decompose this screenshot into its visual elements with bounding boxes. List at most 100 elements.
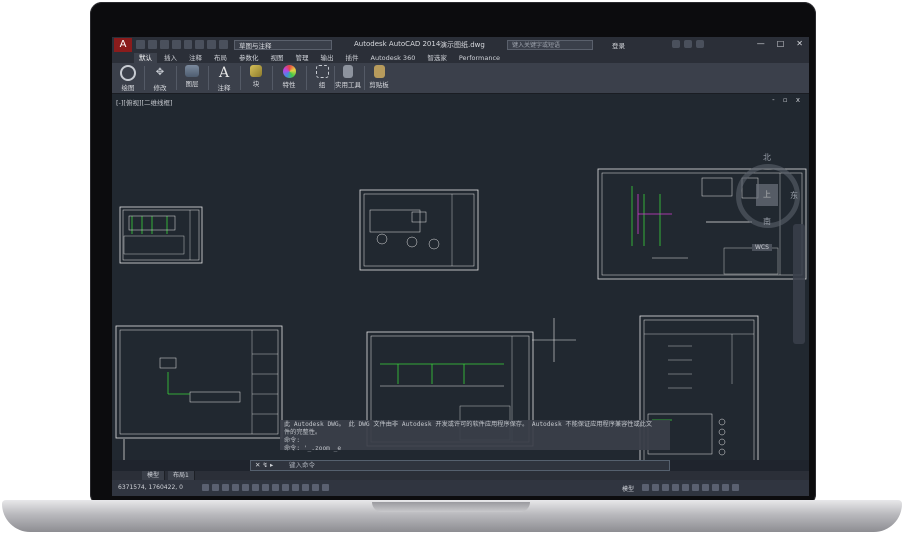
- title-bar: A 草图与注释 Autodesk AutoCAD 2014 演示图纸.dwg 键…: [112, 37, 809, 53]
- polar-icon[interactable]: [232, 484, 239, 491]
- drawing-sheets: [115, 168, 807, 460]
- navigation-bar[interactable]: [793, 224, 805, 344]
- lock-icon[interactable]: [702, 484, 709, 491]
- save-as-icon[interactable]: [171, 40, 181, 49]
- wcs-menu[interactable]: WCS: [752, 244, 772, 251]
- close-command-icon[interactable]: ✕ ↯ ▸: [255, 461, 273, 470]
- otrack-icon[interactable]: [252, 484, 259, 491]
- workspace-switch-icon[interactable]: [692, 484, 699, 491]
- exchange-icon[interactable]: [672, 40, 680, 48]
- block-tool[interactable]: 块: [244, 64, 268, 92]
- isolate-icon[interactable]: [712, 484, 719, 491]
- clipboard-icon: [373, 65, 385, 78]
- drawing-viewport[interactable]: [-][俯视][二维线框] - ▫ x 上 北 东 南 WCS: [112, 94, 809, 460]
- window-controls: — □ ✕: [757, 39, 803, 48]
- tab-smart[interactable]: 智选家: [422, 53, 452, 63]
- calculator-icon: [343, 65, 353, 78]
- annotation-scale-icon[interactable]: [682, 484, 689, 491]
- pan-icon[interactable]: [652, 484, 659, 491]
- autocad-window: A 草图与注释 Autodesk AutoCAD 2014 演示图纸.dwg 键…: [112, 37, 809, 496]
- tab-insert[interactable]: 插入: [159, 53, 182, 63]
- viewcube-south[interactable]: 南: [763, 216, 771, 227]
- properties-tool[interactable]: 特性: [276, 64, 302, 92]
- ribbon-tabs: 默认 插入 注释 布局 参数化 视图 管理 输出 插件 Autodesk 360…: [112, 53, 809, 63]
- workspace-dropdown[interactable]: 草图与注释: [234, 40, 332, 50]
- coordinates-readout: 6371574, 1760422, 0: [118, 484, 183, 491]
- move-icon: ✥: [155, 67, 165, 78]
- drawing-sheet: [359, 189, 479, 271]
- viewcube-face[interactable]: 上: [756, 184, 778, 206]
- tab-performance[interactable]: Performance: [454, 53, 505, 63]
- dyn-icon[interactable]: [272, 484, 279, 491]
- tab-layout1[interactable]: 布局1: [168, 471, 195, 480]
- tab-plugins[interactable]: 插件: [341, 53, 364, 63]
- customize-icon[interactable]: [219, 40, 228, 49]
- osnap-icon[interactable]: [242, 484, 249, 491]
- draw-icon: [120, 65, 136, 81]
- viewcube-north[interactable]: 北: [763, 152, 771, 163]
- help-icon[interactable]: [696, 40, 704, 48]
- crosshair-cursor: [532, 318, 576, 362]
- autocad-logo-icon[interactable]: A: [114, 38, 132, 52]
- minimize-button[interactable]: —: [757, 39, 765, 48]
- drawing-sheet: [115, 325, 283, 439]
- customization-icon[interactable]: [732, 484, 739, 491]
- snap-icon[interactable]: [202, 484, 209, 491]
- fullscreen-icon[interactable]: [722, 484, 729, 491]
- group-tool[interactable]: 组: [310, 64, 334, 92]
- ducs-icon[interactable]: [262, 484, 269, 491]
- redo-icon[interactable]: [207, 40, 217, 49]
- command-input[interactable]: 键入命令: [289, 461, 315, 470]
- save-icon[interactable]: [159, 40, 169, 49]
- lineweight-icon[interactable]: [282, 484, 289, 491]
- text-icon: A: [218, 65, 230, 81]
- modify-tool[interactable]: ✥ 修改: [148, 64, 172, 92]
- command-line[interactable]: ✕ ↯ ▸ 键入命令: [250, 460, 670, 471]
- tab-autodesk360[interactable]: Autodesk 360: [366, 53, 421, 63]
- quick-view-icon[interactable]: [642, 484, 649, 491]
- quick-properties-icon[interactable]: [302, 484, 309, 491]
- drawing-sheet: [119, 206, 203, 264]
- tab-model[interactable]: 模型: [142, 471, 166, 480]
- status-bar: 6371574, 1760422, 0 模型: [112, 480, 809, 496]
- layers-tool[interactable]: 图层: [180, 64, 204, 92]
- tab-view[interactable]: 视图: [266, 53, 289, 63]
- tab-manage[interactable]: 管理: [291, 53, 314, 63]
- viewcube-east[interactable]: 东: [790, 190, 798, 201]
- tab-parametric[interactable]: 参数化: [234, 53, 264, 63]
- close-button[interactable]: ✕: [796, 39, 803, 48]
- quick-access-toolbar: [136, 40, 228, 50]
- maximize-button[interactable]: □: [777, 39, 785, 48]
- tab-annotate[interactable]: 注释: [184, 53, 207, 63]
- steering-wheel-icon[interactable]: [672, 484, 679, 491]
- file-title: 演示图纸.dwg: [440, 41, 485, 49]
- block-icon: [250, 65, 262, 77]
- transparency-icon[interactable]: [292, 484, 299, 491]
- clipboard-tool[interactable]: 剪贴板: [366, 64, 392, 92]
- undo-icon[interactable]: [195, 40, 205, 49]
- tab-home[interactable]: 默认: [134, 53, 157, 63]
- tab-output[interactable]: 输出: [316, 53, 339, 63]
- ribbon-panel: 绘图 ✥ 修改 图层 A 注释 块 特性 组 实用工具 剪贴板: [112, 63, 809, 94]
- laptop-notch: [372, 502, 530, 512]
- ortho-icon[interactable]: [222, 484, 229, 491]
- new-icon[interactable]: [136, 40, 145, 49]
- layout-tabs: 模型 布局1: [112, 471, 809, 480]
- zoom-icon[interactable]: [662, 484, 669, 491]
- open-icon[interactable]: [147, 40, 157, 49]
- command-history: 此 Autodesk DWG。 此 DWG 文件由非 Autodesk 开发或许…: [280, 420, 670, 452]
- signin-button[interactable]: 登录: [612, 40, 625, 50]
- app-title: Autodesk AutoCAD 2014: [354, 40, 441, 48]
- tab-layout[interactable]: 布局: [209, 53, 232, 63]
- draw-tool[interactable]: 绘图: [116, 64, 140, 92]
- selection-cycling-icon[interactable]: [312, 484, 319, 491]
- model-space-button[interactable]: 模型: [622, 484, 634, 493]
- search-input[interactable]: 键入关键字或短语: [507, 40, 593, 50]
- annotation-tool[interactable]: A 注释: [212, 64, 236, 92]
- grid-icon[interactable]: [212, 484, 219, 491]
- status-tools: [642, 484, 739, 491]
- annotation-monitor-icon[interactable]: [322, 484, 329, 491]
- print-icon[interactable]: [183, 40, 193, 49]
- utilities-tool[interactable]: 实用工具: [334, 64, 362, 92]
- a360-icon[interactable]: [684, 40, 692, 48]
